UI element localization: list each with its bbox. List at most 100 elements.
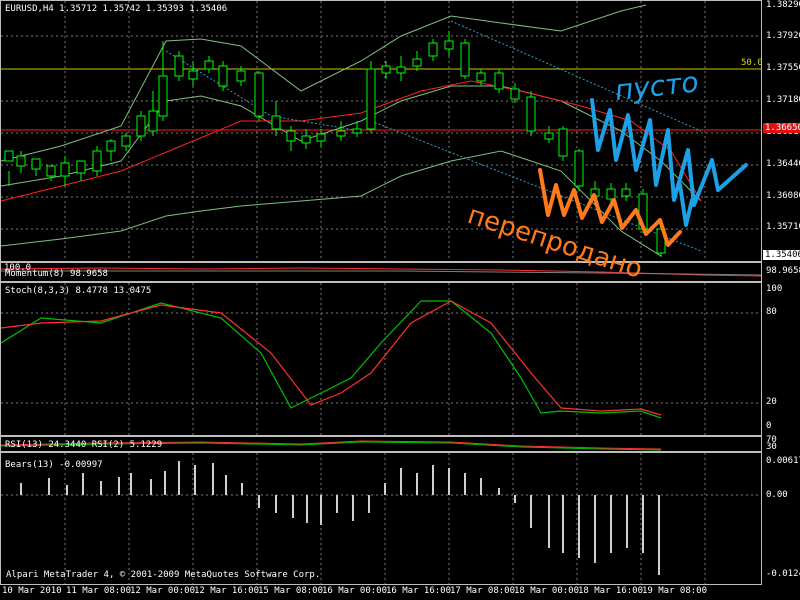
candle-body [4, 150, 14, 162]
date-tick: 15 Mar 08:00 [258, 586, 324, 596]
momentum-canvas [1, 267, 761, 277]
stoch-main-line [1, 300, 662, 419]
candle-body [301, 135, 311, 144]
momentum-axis-top: 100.0 [4, 263, 32, 273]
candle-body [558, 128, 568, 157]
trend-line [370, 120, 702, 252]
red-price-tag: 1.36650 [763, 123, 800, 133]
candle-body [218, 65, 228, 87]
price-tick: 1.35710 [766, 222, 800, 232]
rsi-axis: 70 30 [762, 435, 800, 452]
copyright-text: Alpari MetaTrader 4, © 2001-2009 MetaQuo… [6, 570, 321, 580]
stochastic-pane[interactable]: Stoch(8,3,3) 8.4778 13.0475 [0, 282, 762, 436]
candle-body [158, 75, 168, 117]
bears-power-pane[interactable]: Bears(13) -0.00997 [0, 452, 762, 585]
candle-body [590, 188, 600, 197]
bears-tick: 0.00 [766, 490, 788, 500]
candle-body [574, 150, 584, 187]
candle-body [381, 65, 391, 74]
candle-body [204, 60, 214, 70]
candle-body [476, 72, 486, 82]
rsi-tick: 30 [766, 442, 777, 452]
level-label: 50.0 [741, 58, 762, 68]
date-tick: 12 Mar 00:00 [130, 586, 196, 596]
candle-body [352, 128, 362, 134]
candle-body [286, 130, 296, 142]
candle-body [656, 228, 666, 254]
stoch-tick: 100 [766, 284, 783, 294]
candle-body [271, 115, 281, 130]
candle-body [254, 72, 264, 117]
bears-axis: 0.00617 0.00 -0.01247 [762, 452, 800, 585]
price-chart-canvas [1, 1, 761, 261]
candle-body [121, 135, 131, 147]
stoch-signal-line [1, 300, 662, 416]
moving-average [1, 80, 702, 202]
rsi-pane[interactable]: RSI(13) 24.3440 RSI(2) 5.1229 [0, 436, 762, 452]
stoch-tick: 80 [766, 307, 777, 317]
stoch-header: Stoch(8,3,3) 8.4778 13.0475 [5, 286, 152, 296]
candle-body [46, 165, 56, 177]
time-axis: 10 Mar 2010 11 Mar 08:00 12 Mar 00:00 12… [0, 585, 762, 600]
bollinger-middle [1, 85, 702, 202]
stoch-tick: 0 [766, 421, 772, 431]
momentum-axis: 98.9658 [762, 262, 800, 282]
candle-body [316, 133, 326, 142]
candle-body [336, 130, 346, 137]
bears-power-canvas [1, 453, 761, 584]
candle-body [494, 72, 504, 90]
candle-body [460, 42, 470, 77]
candle-body [638, 193, 648, 230]
candle-body [544, 132, 554, 140]
candle-body [621, 188, 631, 197]
stochastic-axis: 100 80 20 0 [762, 282, 800, 436]
candle-body [148, 110, 158, 132]
stochastic-canvas [1, 283, 761, 435]
candle-body [510, 88, 520, 100]
candle-body [174, 55, 184, 77]
candle-body [188, 70, 198, 80]
candle-body [606, 188, 616, 200]
bears-tick: 0.00617 [766, 456, 800, 466]
price-tick: 1.36440 [766, 159, 800, 169]
trend-line [450, 20, 702, 132]
candle-body [106, 140, 116, 152]
candle-body [136, 115, 146, 137]
candle-body [412, 58, 422, 67]
price-tick: 1.36080 [766, 191, 800, 201]
date-tick: 19 Mar 08:00 [642, 586, 708, 596]
price-header: EURUSD,H4 1.35712 1.35742 1.35393 1.3540… [5, 4, 228, 14]
candle-body [444, 40, 454, 50]
price-tick: 1.38290 [766, 0, 800, 10]
date-tick: 11 Mar 08:00 [66, 586, 132, 596]
candle-body [31, 158, 41, 170]
candle-body [16, 155, 26, 167]
price-tick: 1.37920 [766, 31, 800, 41]
candle-body [236, 70, 246, 82]
current-price-tag: 1.35406 [763, 250, 800, 260]
date-tick: 12 Mar 16:00 [194, 586, 260, 596]
date-tick: 18 Mar 16:00 [578, 586, 644, 596]
price-tick: 1.37180 [766, 95, 800, 105]
candle-body [396, 66, 406, 74]
date-tick: 18 Mar 00:00 [514, 586, 580, 596]
stoch-tick: 20 [766, 397, 777, 407]
momentum-line [1, 267, 761, 277]
candle-body [60, 162, 70, 177]
bears-header: Bears(13) -0.00997 [5, 460, 103, 470]
candle-body [526, 96, 536, 132]
date-tick: 16 Mar 16:00 [386, 586, 452, 596]
candle-body [92, 150, 102, 172]
date-tick: 10 Mar 2010 [2, 586, 62, 596]
rsi-header: RSI(13) 24.3440 RSI(2) 5.1229 [5, 440, 163, 450]
momentum-tick: 98.9658 [766, 266, 800, 276]
momentum-pane[interactable]: Momentum(8) 98.9658 [0, 262, 762, 282]
metatrader-window: EURUSD,H4 1.35712 1.35742 1.35393 1.3540… [0, 0, 800, 600]
price-tick: 1.37550 [766, 63, 800, 73]
price-chart-pane[interactable]: EURUSD,H4 1.35712 1.35742 1.35393 1.3540… [0, 0, 762, 262]
candle-body [366, 68, 376, 130]
candle-body [428, 42, 438, 57]
candle-body [76, 160, 86, 174]
date-tick: 16 Mar 00:00 [322, 586, 388, 596]
date-tick: 17 Mar 08:00 [450, 586, 516, 596]
